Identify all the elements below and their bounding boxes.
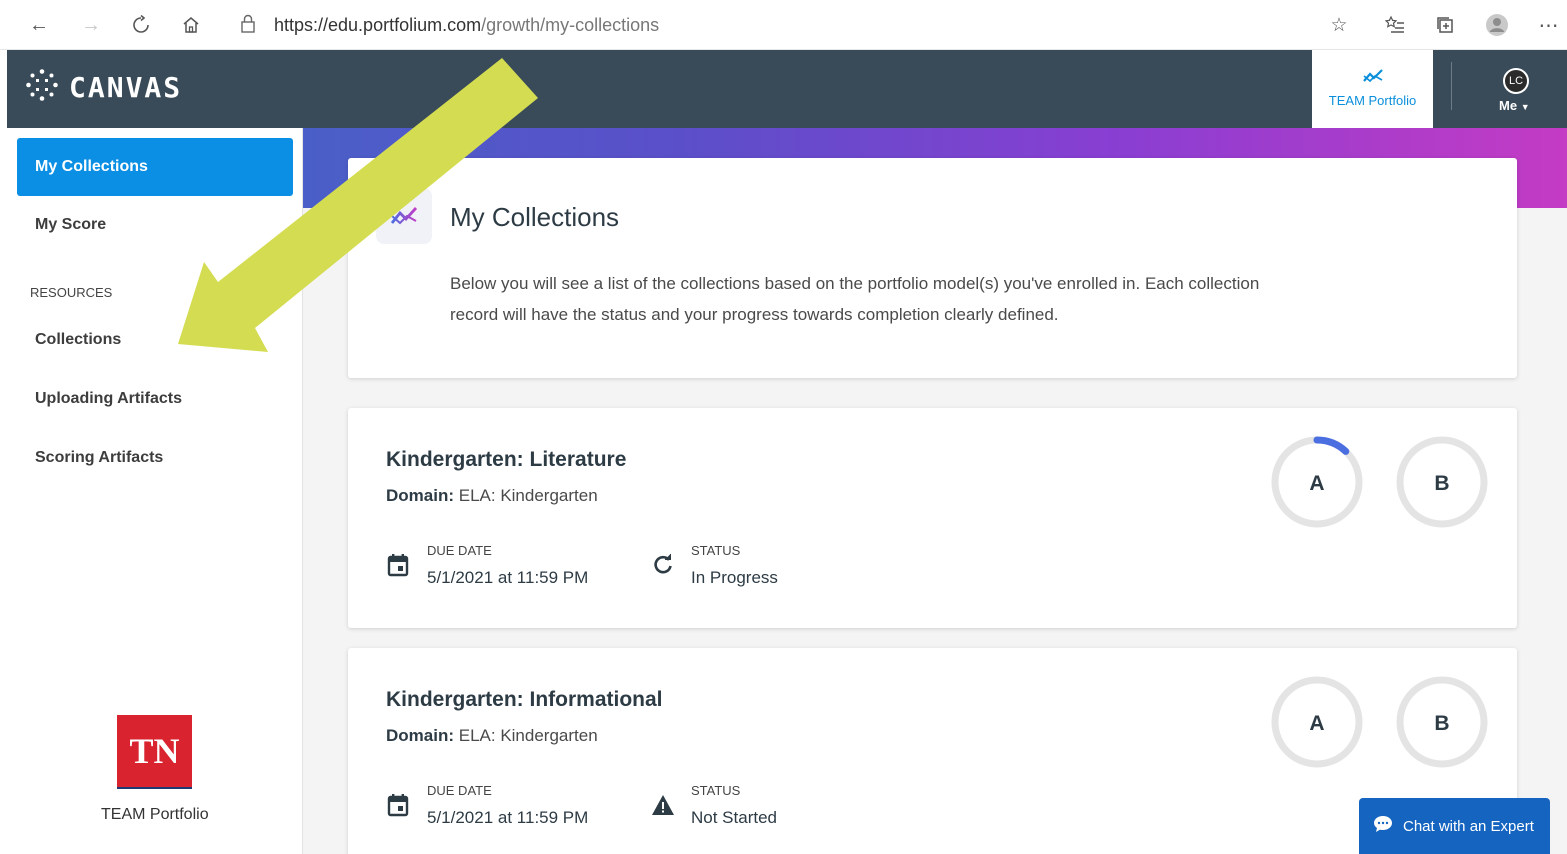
sidebar-item-scoring-artifacts[interactable]: Scoring Artifacts bbox=[17, 429, 293, 487]
status-value: Not Started bbox=[691, 808, 777, 827]
browser-toolbar: ← → https://edu.portfolium.com/growth/my… bbox=[0, 0, 1567, 50]
chat-bubble-icon bbox=[1373, 815, 1393, 837]
refresh-icon[interactable] bbox=[128, 12, 154, 38]
intro-card: My Collections Below you will see a list… bbox=[348, 158, 1517, 378]
sidebar-item-label: Scoring Artifacts bbox=[35, 449, 164, 466]
sidebar-item-label: Uploading Artifacts bbox=[35, 390, 182, 407]
due-date-label: DUE DATE bbox=[427, 783, 492, 798]
growth-chart-icon bbox=[376, 188, 432, 244]
status-value: In Progress bbox=[691, 568, 778, 587]
sidebar-item-uploading-artifacts[interactable]: Uploading Artifacts bbox=[17, 370, 293, 428]
domain-value: ELA: Kindergarten bbox=[458, 486, 598, 505]
canvas-logo[interactable]: CANVAS bbox=[25, 68, 182, 107]
tn-caption: TEAM Portfolio bbox=[101, 806, 209, 823]
status-label: STATUS bbox=[691, 783, 741, 798]
caret-down-icon: ▼ bbox=[1520, 102, 1530, 112]
growth-chart-icon bbox=[1362, 69, 1384, 88]
ring-a-label: A bbox=[1309, 712, 1325, 735]
domain-value: ELA: Kindergarten bbox=[458, 726, 598, 745]
chat-with-expert-button[interactable]: Chat with an Expert bbox=[1359, 798, 1550, 854]
forward-icon[interactable]: → bbox=[78, 12, 104, 38]
domain-label: Domain: bbox=[386, 486, 454, 505]
user-menu-label: Me bbox=[1499, 98, 1518, 113]
calendar-icon bbox=[386, 553, 410, 577]
sidebar-item-label: My Collections bbox=[35, 158, 148, 175]
url-host: https://edu.portfolium.com bbox=[274, 15, 482, 35]
collection-domain: Domain: ELA: Kindergarten bbox=[386, 486, 598, 506]
sidebar-item-label: Collections bbox=[35, 331, 122, 348]
team-portfolio-button[interactable]: TEAM Portfolio bbox=[1312, 50, 1433, 128]
tn-logo: TN bbox=[117, 715, 192, 795]
page-title: My Collections bbox=[450, 202, 620, 232]
lock-icon bbox=[240, 14, 256, 39]
collection-card[interactable]: Kindergarten: Literature Domain: ELA: Ki… bbox=[348, 408, 1517, 628]
header-divider bbox=[1451, 62, 1452, 110]
chat-label: Chat with an Expert bbox=[1403, 817, 1534, 835]
collection-title[interactable]: Kindergarten: Informational bbox=[386, 688, 663, 712]
sidebar-item-label: My Score bbox=[35, 216, 107, 233]
due-date-value: 5/1/2021 at 11:59 PM bbox=[427, 808, 589, 827]
canvas-logo-icon bbox=[25, 68, 59, 107]
sidebar-item-my-score[interactable]: My Score bbox=[17, 196, 293, 254]
home-icon[interactable] bbox=[178, 12, 204, 38]
ring-b-label: B bbox=[1434, 712, 1450, 735]
profile-icon[interactable] bbox=[1484, 12, 1510, 38]
back-icon[interactable]: ← bbox=[26, 12, 52, 38]
resources-heading: RESOURCES bbox=[30, 285, 113, 300]
refresh-icon bbox=[651, 553, 675, 577]
sidebar: My Collections My Score RESOURCES Collec… bbox=[7, 128, 303, 854]
user-menu[interactable]: Me ▼ bbox=[1499, 98, 1530, 113]
ring-a-label: A bbox=[1309, 472, 1325, 495]
domain-label: Domain: bbox=[386, 726, 454, 745]
favorites-list-icon[interactable] bbox=[1382, 12, 1408, 38]
sidebar-item-my-collections[interactable]: My Collections bbox=[17, 138, 293, 196]
collection-domain: Domain: ELA: Kindergarten bbox=[386, 726, 598, 746]
calendar-icon bbox=[386, 793, 410, 817]
canvas-header: CANVAS TEAM Portfolio LC Me ▼ bbox=[7, 50, 1567, 128]
page-description: Below you will see a list of the collect… bbox=[450, 274, 1260, 324]
ring-b-label: B bbox=[1434, 472, 1450, 495]
more-options-icon[interactable]: ⋯ bbox=[1536, 12, 1562, 38]
collections-icon[interactable] bbox=[1432, 12, 1458, 38]
url-path: /growth/my-collections bbox=[481, 15, 660, 35]
due-date-label: DUE DATE bbox=[427, 543, 492, 558]
sidebar-item-collections[interactable]: Collections bbox=[17, 311, 293, 369]
favorite-star-icon[interactable]: ☆ bbox=[1326, 12, 1352, 38]
canvas-logo-text: CANVAS bbox=[69, 71, 183, 104]
user-avatar[interactable]: LC bbox=[1503, 68, 1529, 94]
warning-icon bbox=[651, 793, 675, 817]
collection-card[interactable]: Kindergarten: Informational Domain: ELA:… bbox=[348, 648, 1517, 854]
main-content: My Collections Below you will see a list… bbox=[303, 128, 1567, 854]
status-label: STATUS bbox=[691, 543, 741, 558]
team-portfolio-label: TEAM Portfolio bbox=[1328, 93, 1417, 108]
collection-title[interactable]: Kindergarten: Literature bbox=[386, 448, 626, 472]
address-bar[interactable]: https://edu.portfolium.com/growth/my-col… bbox=[274, 15, 659, 36]
due-date-value: 5/1/2021 at 11:59 PM bbox=[427, 568, 589, 587]
